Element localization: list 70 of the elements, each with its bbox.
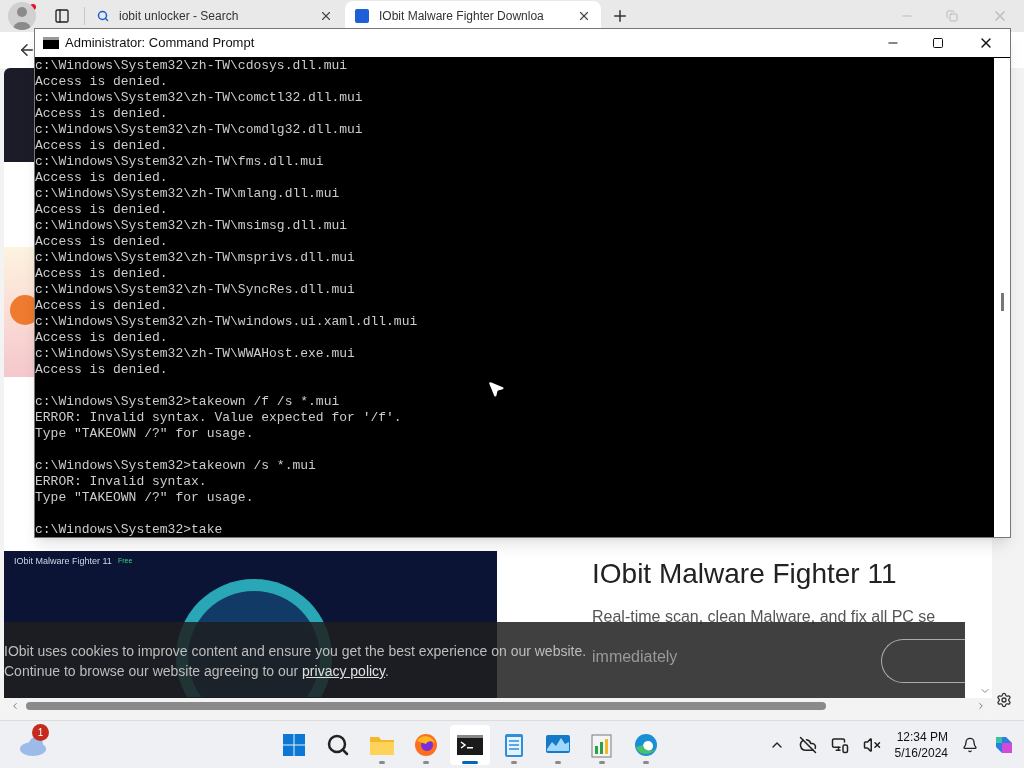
console-line: c:\Windows\System32\zh-TW\fms.dll.mui: [35, 154, 325, 170]
tab-actions-icon[interactable]: [54, 8, 70, 24]
console-line: Access is denied.: [35, 202, 169, 218]
console-line: ERROR: Invalid syntax.: [35, 474, 208, 490]
console-line: c:\Windows\System32>takeown /s *.mui: [35, 458, 317, 474]
console-line: c:\Windows\System32\zh-TW\windows.ui.xaml.dll.mui: [35, 314, 419, 330]
console-line: c:\Windows\System32>take: [35, 522, 224, 537]
product-heading: IObit Malware Fighter 11: [592, 557, 898, 591]
taskbar-button[interactable]: [450, 724, 491, 765]
chart-icon: [590, 731, 615, 758]
horizontal-scrollbar[interactable]: [26, 702, 826, 710]
display-icon[interactable]: [830, 735, 849, 754]
tab-title: iobit unlocker - Search: [119, 8, 240, 25]
settings-icon[interactable]: [996, 692, 1012, 708]
windows-icon: [282, 732, 307, 757]
new-tab-icon[interactable]: [611, 7, 629, 25]
console-line: Access is denied.: [35, 106, 169, 122]
console-app-icon: [43, 37, 59, 49]
window-title: Administrator: Command Prompt: [65, 34, 255, 53]
console-line: c:\Windows\System32\zh-TW\cdosys.dll.mui: [35, 58, 349, 74]
console-line: Access is denied.: [35, 330, 169, 346]
product-description: Real-time scan, clean Malware, and fix all PC se: [592, 607, 936, 627]
tab-title: IObit Malware Fighter Downloa: [379, 8, 545, 25]
terminal-icon: [457, 734, 484, 755]
console-line: c:\Windows\System32\zh-TW\mlang.dll.mui: [35, 186, 341, 202]
product-description: immediately: [592, 647, 679, 667]
notification-badge: 1: [32, 723, 49, 741]
firefox-icon: [414, 732, 439, 757]
cookie-message: Continue to browse our website agreeing to our privacy policy.: [4, 662, 390, 681]
console-line: c:\Windows\System32\zh-TW\msimsg.dll.mui: [35, 218, 349, 234]
scroll-right-icon[interactable]: [976, 701, 986, 711]
notifications-icon[interactable]: [962, 736, 978, 753]
maximize-icon[interactable]: [932, 37, 944, 49]
console-line: Access is denied.: [35, 74, 169, 90]
back-icon[interactable]: [18, 41, 36, 59]
console-line: Type "TAKEOWN /?" for usage.: [35, 426, 255, 442]
cookie-message: IObit uses cookies to improve content and ensure you get the best experience on our website.: [4, 642, 587, 661]
browser-tab[interactable]: IObit Malware Fighter Downloa: [345, 1, 601, 31]
browser-tab[interactable]: iobit unlocker - Search: [87, 1, 343, 31]
profile-avatar[interactable]: [8, 2, 36, 30]
console-line: Access is denied.: [35, 234, 169, 250]
console-line: c:\Windows\System32\zh-TW\WWAHost.exe.mui: [35, 346, 356, 362]
notepad-icon: [504, 731, 525, 758]
console-line: c:\Windows\System32\zh-TW\msprivs.dll.mui: [35, 250, 356, 266]
console-line: Access is denied.: [35, 138, 169, 154]
console-line: c:\Windows\System32>takeown /f /s *.mui: [35, 394, 341, 410]
app-title: IObit Malware Fighter 11: [14, 555, 112, 568]
console-line: c:\Windows\System32\zh-TW\SyncRes.dll.mui: [35, 282, 356, 298]
mouse-cursor-icon: [487, 380, 505, 398]
console-line: c:\Windows\System32\zh-TW\comdlg32.dll.mui: [35, 122, 364, 138]
console-line: Access is denied.: [35, 362, 169, 378]
cloud-off-icon[interactable]: [798, 735, 817, 754]
muted-speaker-icon[interactable]: [862, 735, 881, 754]
close-icon[interactable]: [319, 9, 333, 23]
scroll-left-icon[interactable]: [10, 701, 20, 711]
monitor-icon: [545, 733, 572, 756]
console-line: Type "TAKEOWN /?" for usage.: [35, 490, 255, 506]
console-line: Access is denied.: [35, 298, 169, 314]
clock[interactable]: 12:34 PM 5/16/2024: [894, 728, 948, 761]
site-favicon: [355, 9, 369, 23]
search-icon: [326, 732, 351, 757]
privacy-policy-link[interactable]: privacy policy: [302, 663, 386, 679]
close-icon[interactable]: [577, 9, 591, 23]
console-line: c:\Windows\System32\zh-TW\comctl32.dll.mui: [35, 90, 364, 106]
vertical-scrollbar[interactable]: [1001, 293, 1004, 311]
console-line: Access is denied.: [35, 266, 169, 282]
console-line: ERROR: Invalid syntax. Value expected for '/f'.: [35, 410, 403, 426]
search-icon: [97, 10, 109, 22]
console-line: Access is denied.: [35, 170, 169, 186]
edge-icon: [634, 732, 659, 757]
